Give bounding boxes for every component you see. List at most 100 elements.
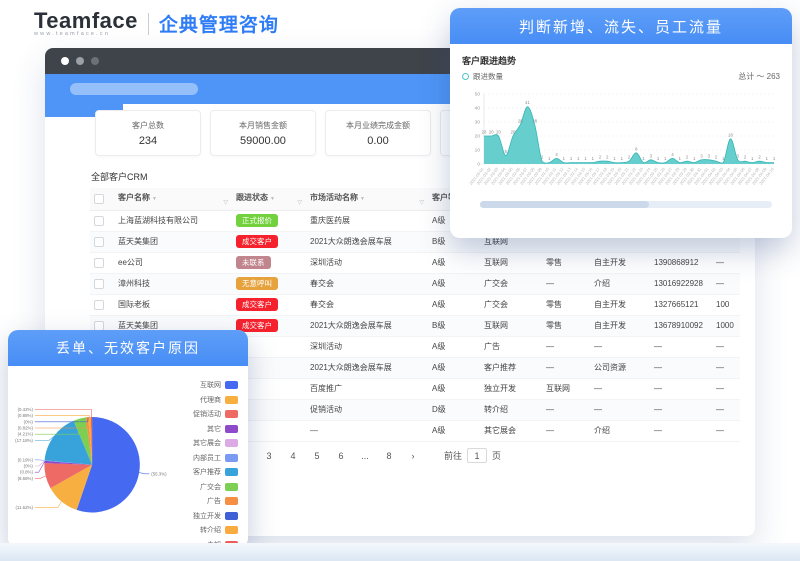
legend-swatch <box>225 424 238 433</box>
cell-activity: 重庆医药展 <box>306 210 428 232</box>
svg-text:1: 1 <box>613 156 616 161</box>
svg-text:20: 20 <box>482 130 487 135</box>
cell-source: 其它展会 <box>480 420 542 442</box>
row-checkbox-cell <box>90 294 114 316</box>
pie-legend-item-广告[interactable]: 广告 <box>193 496 238 506</box>
cell-level: A级 <box>428 252 480 274</box>
goto-page-box: 前往 页 <box>444 448 501 463</box>
svg-text:28: 28 <box>518 118 523 123</box>
page-button-5[interactable]: 5 <box>310 451 324 461</box>
cell-phone: 13016922928 <box>650 273 712 295</box>
cell-phone: — <box>650 336 712 358</box>
cell-phone: — <box>650 378 712 400</box>
pie-legend-item-其它[interactable]: 其它 <box>193 424 238 434</box>
row-checkbox[interactable] <box>94 236 104 247</box>
sort-icon[interactable]: ▼ <box>152 196 157 202</box>
page-button-4[interactable]: 4 <box>286 451 300 461</box>
trend-total: 总计 ～ 263 <box>738 72 780 81</box>
svg-text:2: 2 <box>715 155 718 160</box>
cell-activity: 促销活动 <box>306 399 428 421</box>
row-checkbox[interactable] <box>94 299 104 310</box>
cell-level: D级 <box>428 399 480 421</box>
row-checkbox[interactable] <box>94 257 104 268</box>
cell-level: A级 <box>428 294 480 316</box>
pie-percent-label: (0.88%) <box>18 413 34 418</box>
pie-legend: 互联网代理商促销活动其它其它展会内部员工客户推荐广交会广告独立开发转介绍未知 <box>193 370 242 550</box>
cell-amount: — <box>712 378 740 400</box>
column-header-name: 客户名称 ▼ ▽ <box>114 188 232 211</box>
next-page-button[interactable]: › <box>406 451 420 461</box>
svg-text:1: 1 <box>693 156 696 161</box>
trend-card-title: 判断新增、流失、员工流量 <box>518 18 723 36</box>
pie-legend-item-其它展会[interactable]: 其它展会 <box>193 438 238 448</box>
row-checkbox[interactable] <box>94 320 104 331</box>
cell-source: 互联网 <box>480 315 542 337</box>
pie-legend-item-客户推荐[interactable]: 客户推荐 <box>193 467 238 477</box>
row-checkbox[interactable] <box>94 215 104 226</box>
pie-legend-item-促销活动[interactable]: 促销活动 <box>193 409 238 419</box>
divider <box>147 12 149 35</box>
svg-text:8: 8 <box>635 146 638 151</box>
svg-text:2: 2 <box>758 155 761 160</box>
pie-legend-item-代理商[interactable]: 代理商 <box>193 395 238 405</box>
pie-chart: (0.42%)(0.88%)(0%)(0.82%)(4.21%)(17.18%)… <box>15 407 167 513</box>
pie-legend-item-独立开发[interactable]: 独立开发 <box>193 511 238 521</box>
page-button-6[interactable]: 6 <box>334 451 348 461</box>
pie-percent-label: (4.21%) <box>18 432 34 437</box>
cell-phone: 13678910092 <box>650 315 712 337</box>
pie-card: 丢单、无效客户原因 (0.42%) (0.88%) (0%) (0.82%) (4.21… <box>8 330 248 550</box>
cell-level: B级 <box>428 315 480 337</box>
window-close-dot[interactable] <box>61 57 69 65</box>
window-maximize-dot[interactable] <box>91 57 99 65</box>
page-button-8[interactable]: 8 <box>382 451 396 461</box>
svg-text:3: 3 <box>700 153 703 158</box>
pie-legend-item-互联网[interactable]: 互联网 <box>193 380 238 390</box>
chart-scrollbar-track[interactable] <box>480 201 772 208</box>
sort-icon[interactable]: ▼ <box>270 196 275 202</box>
stat-label: 本月业绩完成金额 <box>346 120 410 130</box>
column-label: 跟进状态 <box>236 192 268 202</box>
row-checkbox-cell <box>90 231 114 253</box>
pie-legend-item-转介绍[interactable]: 转介绍 <box>193 525 238 535</box>
filter-icon[interactable]: ▽ <box>419 199 424 206</box>
trend-legend-item[interactable]: 跟进数量 <box>462 71 503 82</box>
cell-activity: 2021大众朗逸会展车展 <box>306 315 428 337</box>
select-all-checkbox[interactable] <box>94 193 104 204</box>
cell-source: 广交会 <box>480 294 542 316</box>
cell-activity: 2021大众朗逸会展车展 <box>306 357 428 379</box>
svg-text:1: 1 <box>642 156 645 161</box>
legend-label: 独立开发 <box>193 512 221 520</box>
page-button-3[interactable]: 3 <box>262 451 276 461</box>
cell-level: A级 <box>428 420 480 442</box>
svg-text:20: 20 <box>489 130 494 135</box>
row-checkbox-cell <box>90 252 114 274</box>
chart-scrollbar-thumb[interactable] <box>480 201 650 208</box>
teamface-logo: Teamface www.teamface.cn <box>34 9 138 37</box>
filter-icon[interactable]: ▽ <box>223 199 228 206</box>
svg-text:20: 20 <box>475 134 481 140</box>
cell-col8: — <box>590 399 650 421</box>
legend-swatch <box>225 526 238 534</box>
sort-icon[interactable]: ▼ <box>360 196 365 202</box>
column-header-activity: 市场活动名称 ▼ ▽ <box>306 188 428 211</box>
svg-text:2: 2 <box>744 155 747 160</box>
row-checkbox[interactable] <box>94 278 104 289</box>
filter-icon[interactable]: ▽ <box>297 199 302 206</box>
cell-amount: — <box>712 357 740 379</box>
cell-source: 独立开发 <box>480 378 542 400</box>
pie-card-body: (0.42%) (0.88%) (0%) (0.82%) (4.21%) (17.18%)… <box>8 366 248 550</box>
pie-legend-item-内部员工[interactable]: 内部员工 <box>193 453 238 463</box>
svg-text:1: 1 <box>657 156 660 161</box>
window-minimize-dot[interactable] <box>76 57 84 65</box>
cell-activity: 深圳活动 <box>306 336 428 358</box>
pie-legend-item-广交会[interactable]: 广交会 <box>193 482 238 492</box>
svg-text:1: 1 <box>592 156 595 161</box>
goto-page-input[interactable] <box>467 448 488 463</box>
svg-text:2: 2 <box>541 155 544 160</box>
svg-text:41: 41 <box>525 100 530 105</box>
svg-text:20: 20 <box>496 130 501 135</box>
stat-card-monthly-sales: 本月销售金额 59000.00 <box>210 110 316 156</box>
table-row: 漳州科技 无意呼叫 春交会 A级 广交会 — 介绍 13016922928— <box>90 273 740 295</box>
table-row: ee公司 未联系 深圳活动 A级 互联网 零售 自主开发 1390868912— <box>90 252 740 274</box>
cell-name: ee公司 <box>114 252 232 274</box>
